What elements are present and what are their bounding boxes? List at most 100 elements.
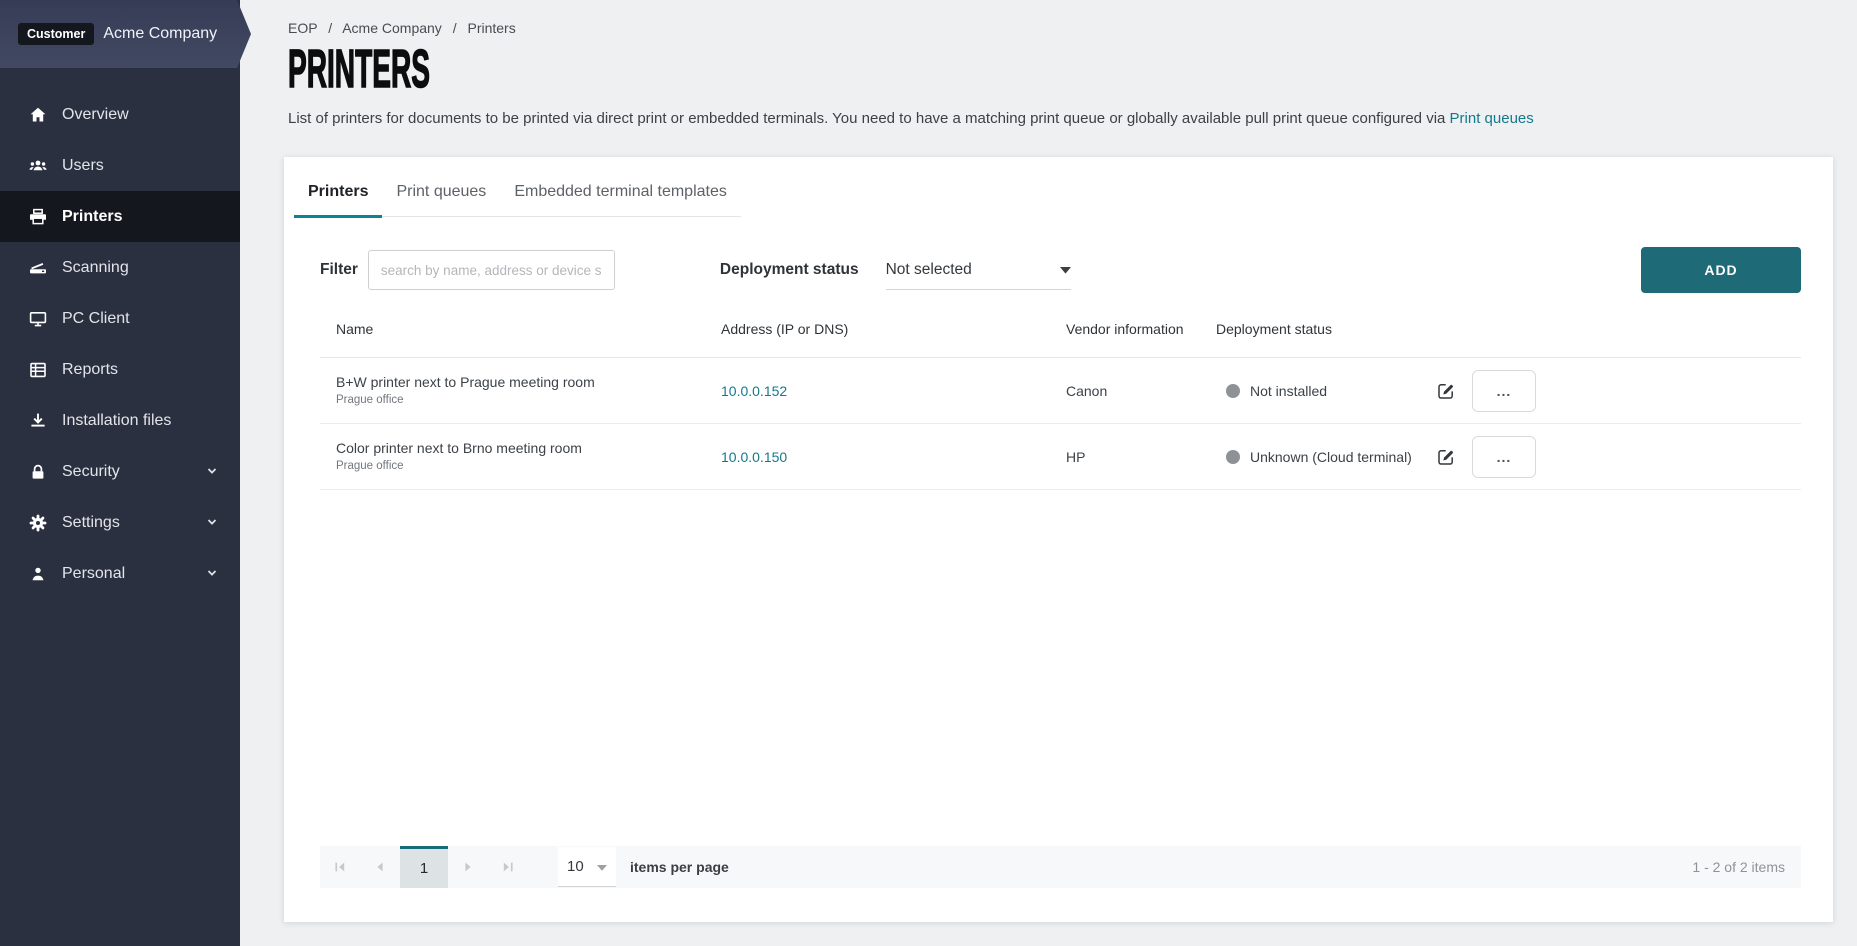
printer-name-cell: B+W printer next to Prague meeting room … — [320, 375, 705, 406]
more-actions-button[interactable]: ... — [1472, 436, 1536, 478]
person-icon — [28, 564, 48, 584]
status-text: Not installed — [1250, 383, 1327, 399]
caret-down-icon — [597, 858, 607, 875]
status-text: Unknown (Cloud terminal) — [1250, 449, 1412, 465]
printer-address-link[interactable]: 10.0.0.152 — [721, 383, 787, 399]
first-page-icon — [333, 860, 347, 874]
items-range-label: 1 - 2 of 2 items — [1692, 859, 1801, 875]
chevron-down-icon — [204, 514, 220, 535]
tab-embedded-terminal-templates[interactable]: Embedded terminal templates — [500, 183, 741, 218]
column-header-name: Name — [320, 321, 705, 337]
items-per-page-label: items per page — [630, 859, 729, 875]
sidebar-item-installation-files[interactable]: Installation files — [0, 395, 240, 446]
column-header-address: Address (IP or DNS) — [705, 321, 1050, 337]
column-header-actions — [1420, 321, 1560, 337]
sidebar-item-label: Printers — [62, 208, 122, 226]
deployment-status-cell: Not installed — [1200, 383, 1420, 399]
previous-page-button[interactable] — [360, 846, 400, 888]
first-page-button[interactable] — [320, 846, 360, 888]
caret-down-icon — [1060, 261, 1071, 279]
chevron-down-icon — [204, 463, 220, 484]
sidebar-item-label: Installation files — [62, 412, 171, 430]
printer-vendor: HP — [1050, 449, 1200, 465]
last-page-icon — [501, 860, 515, 874]
printer-location: Prague office — [336, 460, 705, 472]
filter-label: Filter — [320, 261, 358, 279]
lock-icon — [28, 462, 48, 482]
filter-row: Filter Deployment status Not selected AD… — [320, 247, 1801, 293]
table-row: B+W printer next to Prague meeting room … — [320, 358, 1801, 424]
sidebar-item-reports[interactable]: Reports — [0, 344, 240, 395]
sidebar-item-pc-client[interactable]: PC Client — [0, 293, 240, 344]
company-name: Acme Company — [103, 25, 217, 43]
page-size-value: 10 — [567, 858, 584, 875]
printer-name-cell: Color printer next to Brno meeting room … — [320, 441, 705, 472]
edit-pencil-icon — [1436, 381, 1456, 401]
deployment-status-label: Deployment status — [720, 261, 859, 279]
printer-icon — [28, 207, 48, 227]
current-page-button[interactable]: 1 — [400, 846, 448, 888]
print-queues-link[interactable]: Print queues — [1450, 110, 1534, 127]
table-header: Name Address (IP or DNS) Vendor informat… — [320, 313, 1801, 358]
printer-location: Prague office — [336, 394, 705, 406]
sidebar-item-label: PC Client — [62, 310, 130, 328]
table-empty-space — [316, 490, 1801, 846]
sidebar-item-scanning[interactable]: Scanning — [0, 242, 240, 293]
page-size-select[interactable]: 10 — [558, 847, 616, 887]
users-icon — [28, 156, 48, 176]
monitor-icon — [28, 309, 48, 329]
last-page-button[interactable] — [488, 846, 528, 888]
sidebar-item-printers[interactable]: Printers — [0, 191, 240, 242]
scanner-icon — [28, 258, 48, 278]
edit-button[interactable] — [1436, 447, 1456, 467]
sidebar-item-label: Users — [62, 157, 104, 175]
breadcrumb-item-eop[interactable]: EOP — [288, 20, 317, 36]
sidebar-item-overview[interactable]: Overview — [0, 89, 240, 140]
customer-badge: Customer — [18, 23, 94, 45]
add-button[interactable]: ADD — [1641, 247, 1801, 293]
table-row: Color printer next to Brno meeting room … — [320, 424, 1801, 490]
breadcrumb-separator: / — [453, 20, 457, 36]
page-description-text: List of printers for documents to be pri… — [288, 110, 1445, 127]
sidebar-item-label: Overview — [62, 106, 129, 124]
breadcrumb-item-company[interactable]: Acme Company — [342, 20, 442, 36]
column-header-vendor: Vendor information — [1050, 321, 1200, 337]
row-actions: ... — [1420, 370, 1560, 412]
sidebar-item-label: Scanning — [62, 259, 129, 277]
printer-name: B+W printer next to Prague meeting room — [336, 375, 705, 390]
status-dot — [1226, 384, 1240, 398]
deployment-status-cell: Unknown (Cloud terminal) — [1200, 449, 1420, 465]
more-actions-button[interactable]: ... — [1472, 370, 1536, 412]
download-icon — [28, 411, 48, 431]
edit-button[interactable] — [1436, 381, 1456, 401]
edit-pencil-icon — [1436, 447, 1456, 467]
sidebar-item-users[interactable]: Users — [0, 140, 240, 191]
page-description: List of printers for documents to be pri… — [288, 110, 1857, 127]
customer-banner: Customer Acme Company — [0, 0, 251, 68]
printer-address-link[interactable]: 10.0.0.150 — [721, 449, 787, 465]
status-dot — [1226, 450, 1240, 464]
home-icon — [28, 105, 48, 125]
sidebar-item-personal[interactable]: Personal — [0, 548, 240, 599]
sidebar-item-label: Settings — [62, 514, 120, 532]
next-page-icon — [461, 860, 475, 874]
chevron-down-icon — [204, 565, 220, 586]
tab-print-queues[interactable]: Print queues — [382, 183, 500, 218]
search-input[interactable] — [368, 250, 615, 290]
report-table-icon — [28, 360, 48, 380]
next-page-button[interactable] — [448, 846, 488, 888]
sidebar-item-label: Security — [62, 463, 120, 481]
sidebar-item-label: Personal — [62, 565, 125, 583]
breadcrumb-separator: / — [328, 20, 332, 36]
printer-vendor: Canon — [1050, 383, 1200, 399]
page-title: PRINTERS — [288, 44, 1104, 94]
previous-page-icon — [373, 860, 387, 874]
deployment-status-select[interactable]: Not selected — [886, 250, 1071, 290]
sidebar-item-settings[interactable]: Settings — [0, 497, 240, 548]
printer-name: Color printer next to Brno meeting room — [336, 441, 705, 456]
sidebar-item-security[interactable]: Security — [0, 446, 240, 497]
tab-bar: Printers Print queues Embedded terminal … — [294, 157, 741, 217]
tab-printers[interactable]: Printers — [294, 183, 382, 218]
printers-card: Printers Print queues Embedded terminal … — [284, 157, 1833, 922]
row-actions: ... — [1420, 436, 1560, 478]
